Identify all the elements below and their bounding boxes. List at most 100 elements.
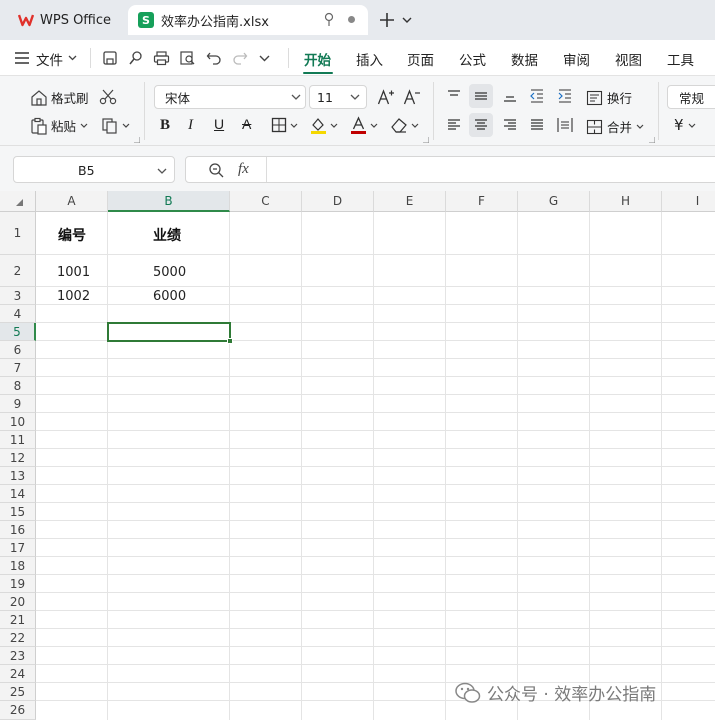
row-header-20[interactable]: 20	[0, 593, 36, 611]
print-icon[interactable]	[153, 50, 170, 66]
file-tab[interactable]: S 效率办公指南.xlsx	[128, 5, 368, 35]
row-header-19[interactable]: 19	[0, 575, 36, 593]
column-header-g[interactable]: G	[518, 191, 590, 212]
cell-b1[interactable]: 业绩	[153, 225, 181, 245]
distributed-align-icon[interactable]	[557, 117, 573, 133]
row-header-23[interactable]: 23	[0, 647, 36, 665]
increase-font-icon[interactable]	[377, 88, 395, 105]
spreadsheet-grid[interactable]: A B C D E F G H I 1 2 3 4 5 6 7 8 9 10 1…	[0, 191, 715, 720]
tab-insert[interactable]: 插入	[356, 49, 383, 69]
row-header-24[interactable]: 24	[0, 665, 36, 683]
row-header-3[interactable]: 3	[0, 287, 36, 305]
zoom-formula-icon[interactable]	[208, 162, 224, 178]
row-header-21[interactable]: 21	[0, 611, 36, 629]
border-button[interactable]	[271, 117, 298, 133]
brush-icon[interactable]	[128, 50, 144, 66]
dialog-launcher-icon[interactable]	[649, 137, 655, 143]
number-format-select[interactable]: 常规	[667, 85, 715, 109]
name-box[interactable]: B5	[13, 156, 175, 183]
cell-b2[interactable]: 5000	[153, 265, 186, 280]
tab-page[interactable]: 页面	[407, 49, 434, 69]
column-header-h[interactable]: H	[590, 191, 662, 212]
save-icon[interactable]	[102, 50, 118, 66]
wrap-text-button[interactable]: 换行	[586, 88, 632, 107]
cut-icon[interactable]	[99, 89, 117, 105]
tab-data[interactable]: 数据	[511, 49, 538, 69]
row-header-10[interactable]: 10	[0, 413, 36, 431]
row-header-17[interactable]: 17	[0, 539, 36, 557]
column-header-b[interactable]: B	[108, 191, 230, 212]
align-left-icon[interactable]	[446, 118, 462, 132]
fill-color-button[interactable]	[310, 116, 338, 134]
increase-indent-icon[interactable]	[557, 89, 573, 103]
row-header-15[interactable]: 15	[0, 503, 36, 521]
row-header-4[interactable]: 4	[0, 305, 36, 323]
unsaved-dot-icon[interactable]	[348, 16, 355, 23]
row-header-5[interactable]: 5	[0, 323, 36, 341]
row-header-9[interactable]: 9	[0, 395, 36, 413]
column-header-e[interactable]: E	[374, 191, 446, 212]
tab-view[interactable]: 视图	[615, 49, 642, 69]
dialog-launcher-icon[interactable]	[134, 137, 140, 143]
undo-icon[interactable]	[206, 50, 222, 66]
align-bottom-icon[interactable]	[502, 89, 518, 103]
align-middle-icon[interactable]	[469, 84, 493, 108]
row-header-2[interactable]: 2	[0, 255, 36, 287]
formula-input[interactable]: fx	[185, 156, 715, 183]
font-size-select[interactable]: 11	[309, 85, 367, 109]
insert-function-icon[interactable]: fx	[238, 161, 249, 178]
copy-button[interactable]	[101, 117, 130, 134]
column-header-d[interactable]: D	[302, 191, 374, 212]
decrease-indent-icon[interactable]	[529, 89, 545, 103]
new-tab-button[interactable]	[376, 9, 398, 31]
file-menu[interactable]: 文件	[36, 49, 63, 69]
column-header-c[interactable]: C	[230, 191, 302, 212]
fill-handle[interactable]	[227, 338, 233, 344]
bold-icon[interactable]: B	[160, 117, 170, 134]
row-header-14[interactable]: 14	[0, 485, 36, 503]
row-header-16[interactable]: 16	[0, 521, 36, 539]
tab-tools[interactable]: 工具	[667, 49, 694, 69]
row-header-22[interactable]: 22	[0, 629, 36, 647]
row-header-26[interactable]: 26	[0, 701, 36, 720]
pin-icon[interactable]	[323, 12, 335, 28]
tab-list-button[interactable]	[400, 13, 414, 27]
column-header-i[interactable]: I	[662, 191, 715, 212]
underline-icon[interactable]: U	[214, 116, 224, 132]
row-header-8[interactable]: 8	[0, 377, 36, 395]
currency-format-button[interactable]: ¥	[674, 116, 696, 134]
selected-cell-b5[interactable]	[107, 322, 231, 342]
file-menu-chevron-icon[interactable]	[68, 55, 77, 61]
row-header-12[interactable]: 12	[0, 449, 36, 467]
strikethrough-icon[interactable]: A	[242, 116, 251, 132]
wps-app-tab[interactable]: WPS Office	[6, 6, 124, 34]
print-preview-icon[interactable]	[179, 50, 196, 66]
row-header-11[interactable]: 11	[0, 431, 36, 449]
align-right-icon[interactable]	[502, 118, 518, 132]
redo-icon[interactable]	[232, 50, 248, 66]
quick-access-chevron-icon[interactable]	[259, 55, 270, 62]
column-header-f[interactable]: F	[446, 191, 518, 212]
paste-button[interactable]: 粘贴	[30, 116, 88, 135]
row-header-6[interactable]: 6	[0, 341, 36, 359]
row-header-18[interactable]: 18	[0, 557, 36, 575]
font-color-button[interactable]	[350, 116, 378, 134]
tab-review[interactable]: 审阅	[563, 49, 590, 69]
format-painter-button[interactable]: 格式刷	[30, 88, 89, 107]
cell-a2[interactable]: 1001	[57, 265, 90, 280]
cell-a3[interactable]: 1002	[57, 289, 90, 304]
hamburger-menu-button[interactable]	[14, 50, 30, 66]
row-header-13[interactable]: 13	[0, 467, 36, 485]
row-header-25[interactable]: 25	[0, 683, 36, 701]
row-header-1[interactable]: 1	[0, 212, 36, 255]
tab-formula[interactable]: 公式	[459, 49, 486, 69]
cell-a1[interactable]: 编号	[58, 225, 86, 245]
row-header-7[interactable]: 7	[0, 359, 36, 377]
align-top-icon[interactable]	[446, 89, 462, 103]
align-center-icon[interactable]	[469, 113, 493, 137]
clear-button[interactable]	[390, 117, 419, 133]
dialog-launcher-icon[interactable]	[423, 137, 429, 143]
column-header-a[interactable]: A	[36, 191, 108, 212]
italic-icon[interactable]: I	[188, 117, 193, 134]
select-all-corner[interactable]	[0, 191, 36, 212]
